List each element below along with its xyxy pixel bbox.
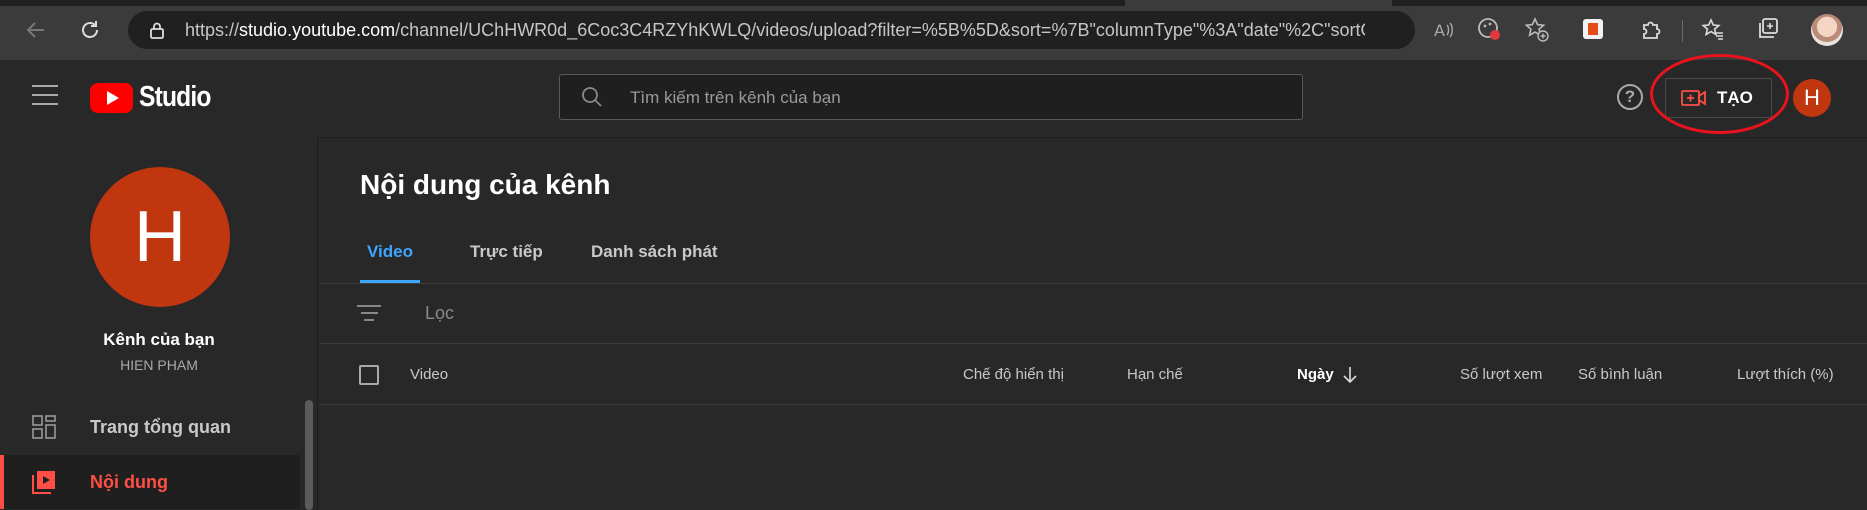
- account-avatar[interactable]: H: [1793, 79, 1831, 117]
- browser-toolbar: https://studio.youtube.com/channel/UChHW…: [0, 0, 1867, 60]
- lock-icon: [150, 22, 164, 39]
- channel-title: Kênh của bạn: [103, 330, 215, 349]
- toolbar-divider: [1682, 20, 1683, 42]
- column-likes: Lượt thích (%): [1737, 366, 1834, 383]
- address-bar[interactable]: https://studio.youtube.com/channel/UChHW…: [128, 11, 1453, 49]
- page-title: Nội dung của kênh: [360, 169, 611, 200]
- logo-text: Studio: [139, 81, 211, 113]
- tracking-prevention-icon[interactable]: [1476, 16, 1502, 42]
- main-content: Nội dung của kênh Video Trực tiếp Danh s…: [319, 137, 1867, 510]
- svg-text:A: A: [1434, 21, 1445, 40]
- studio-logo[interactable]: Studio: [90, 81, 223, 114]
- sort-down-arrow-icon[interactable]: [1341, 365, 1359, 385]
- filter-icon[interactable]: [357, 305, 381, 325]
- sidebar-item-dashboard[interactable]: Trang tổng quan: [0, 400, 300, 454]
- filter-input[interactable]: Lọc: [425, 303, 454, 324]
- sidebar-item-label: Nội dung: [90, 471, 168, 492]
- search-icon: [582, 87, 602, 107]
- column-date[interactable]: Ngày: [1297, 366, 1334, 383]
- create-label: TẠO: [1717, 88, 1753, 107]
- extensions-puzzle-icon[interactable]: [1638, 16, 1664, 42]
- extension-app-icon[interactable]: [1580, 16, 1606, 42]
- read-aloud-icon[interactable]: A: [1432, 19, 1454, 41]
- channel-avatar[interactable]: H: [90, 167, 230, 307]
- add-favorite-icon[interactable]: [1523, 16, 1549, 42]
- refresh-icon[interactable]: [74, 14, 106, 46]
- channel-name: HIEN PHAM: [120, 357, 198, 373]
- menu-icon[interactable]: [32, 85, 58, 107]
- collections-icon[interactable]: [1756, 16, 1782, 42]
- search-placeholder: Tìm kiếm trên kênh của bạn: [630, 88, 841, 107]
- sidebar: H Kênh của bạn HIEN PHAM Trang tổng quan…: [0, 137, 318, 510]
- column-views: Số lượt xem: [1460, 366, 1543, 383]
- tab-strip-edge: [0, 0, 1125, 6]
- content-icon: [32, 471, 55, 494]
- column-comments: Số bình luận: [1578, 366, 1663, 383]
- search-input[interactable]: Tìm kiếm trên kênh của bạn: [559, 74, 1303, 120]
- tab-playlists[interactable]: Danh sách phát: [591, 242, 718, 262]
- help-icon[interactable]: ?: [1617, 84, 1643, 110]
- tab-live[interactable]: Trực tiếp: [470, 242, 543, 262]
- studio-header: Studio Tìm kiếm trên kênh của bạn ? TẠO …: [0, 60, 1867, 137]
- tab-strip-edge: [1392, 0, 1867, 6]
- column-video: Video: [410, 366, 449, 383]
- sidebar-scrollbar[interactable]: [305, 400, 313, 510]
- select-all-checkbox[interactable]: [359, 365, 379, 385]
- youtube-logo-icon: [90, 82, 133, 113]
- create-video-icon: [1681, 90, 1706, 106]
- browser-profile-avatar[interactable]: [1811, 14, 1843, 46]
- favorites-icon[interactable]: [1700, 16, 1726, 42]
- column-restrictions: Hạn chế: [1127, 366, 1183, 383]
- divider: [319, 343, 1867, 344]
- column-visibility: Chế độ hiển thị: [963, 366, 1064, 383]
- dashboard-icon: [32, 415, 56, 439]
- tab-video[interactable]: Video: [367, 242, 413, 262]
- back-icon[interactable]: [20, 14, 52, 46]
- create-button[interactable]: TẠO: [1665, 78, 1772, 118]
- sidebar-item-content[interactable]: Nội dung: [0, 455, 300, 509]
- sidebar-item-label: Trang tổng quan: [90, 416, 231, 437]
- url-text: https://studio.youtube.com/channel/UChHW…: [185, 20, 1365, 40]
- divider: [319, 283, 1867, 284]
- divider: [319, 404, 1867, 405]
